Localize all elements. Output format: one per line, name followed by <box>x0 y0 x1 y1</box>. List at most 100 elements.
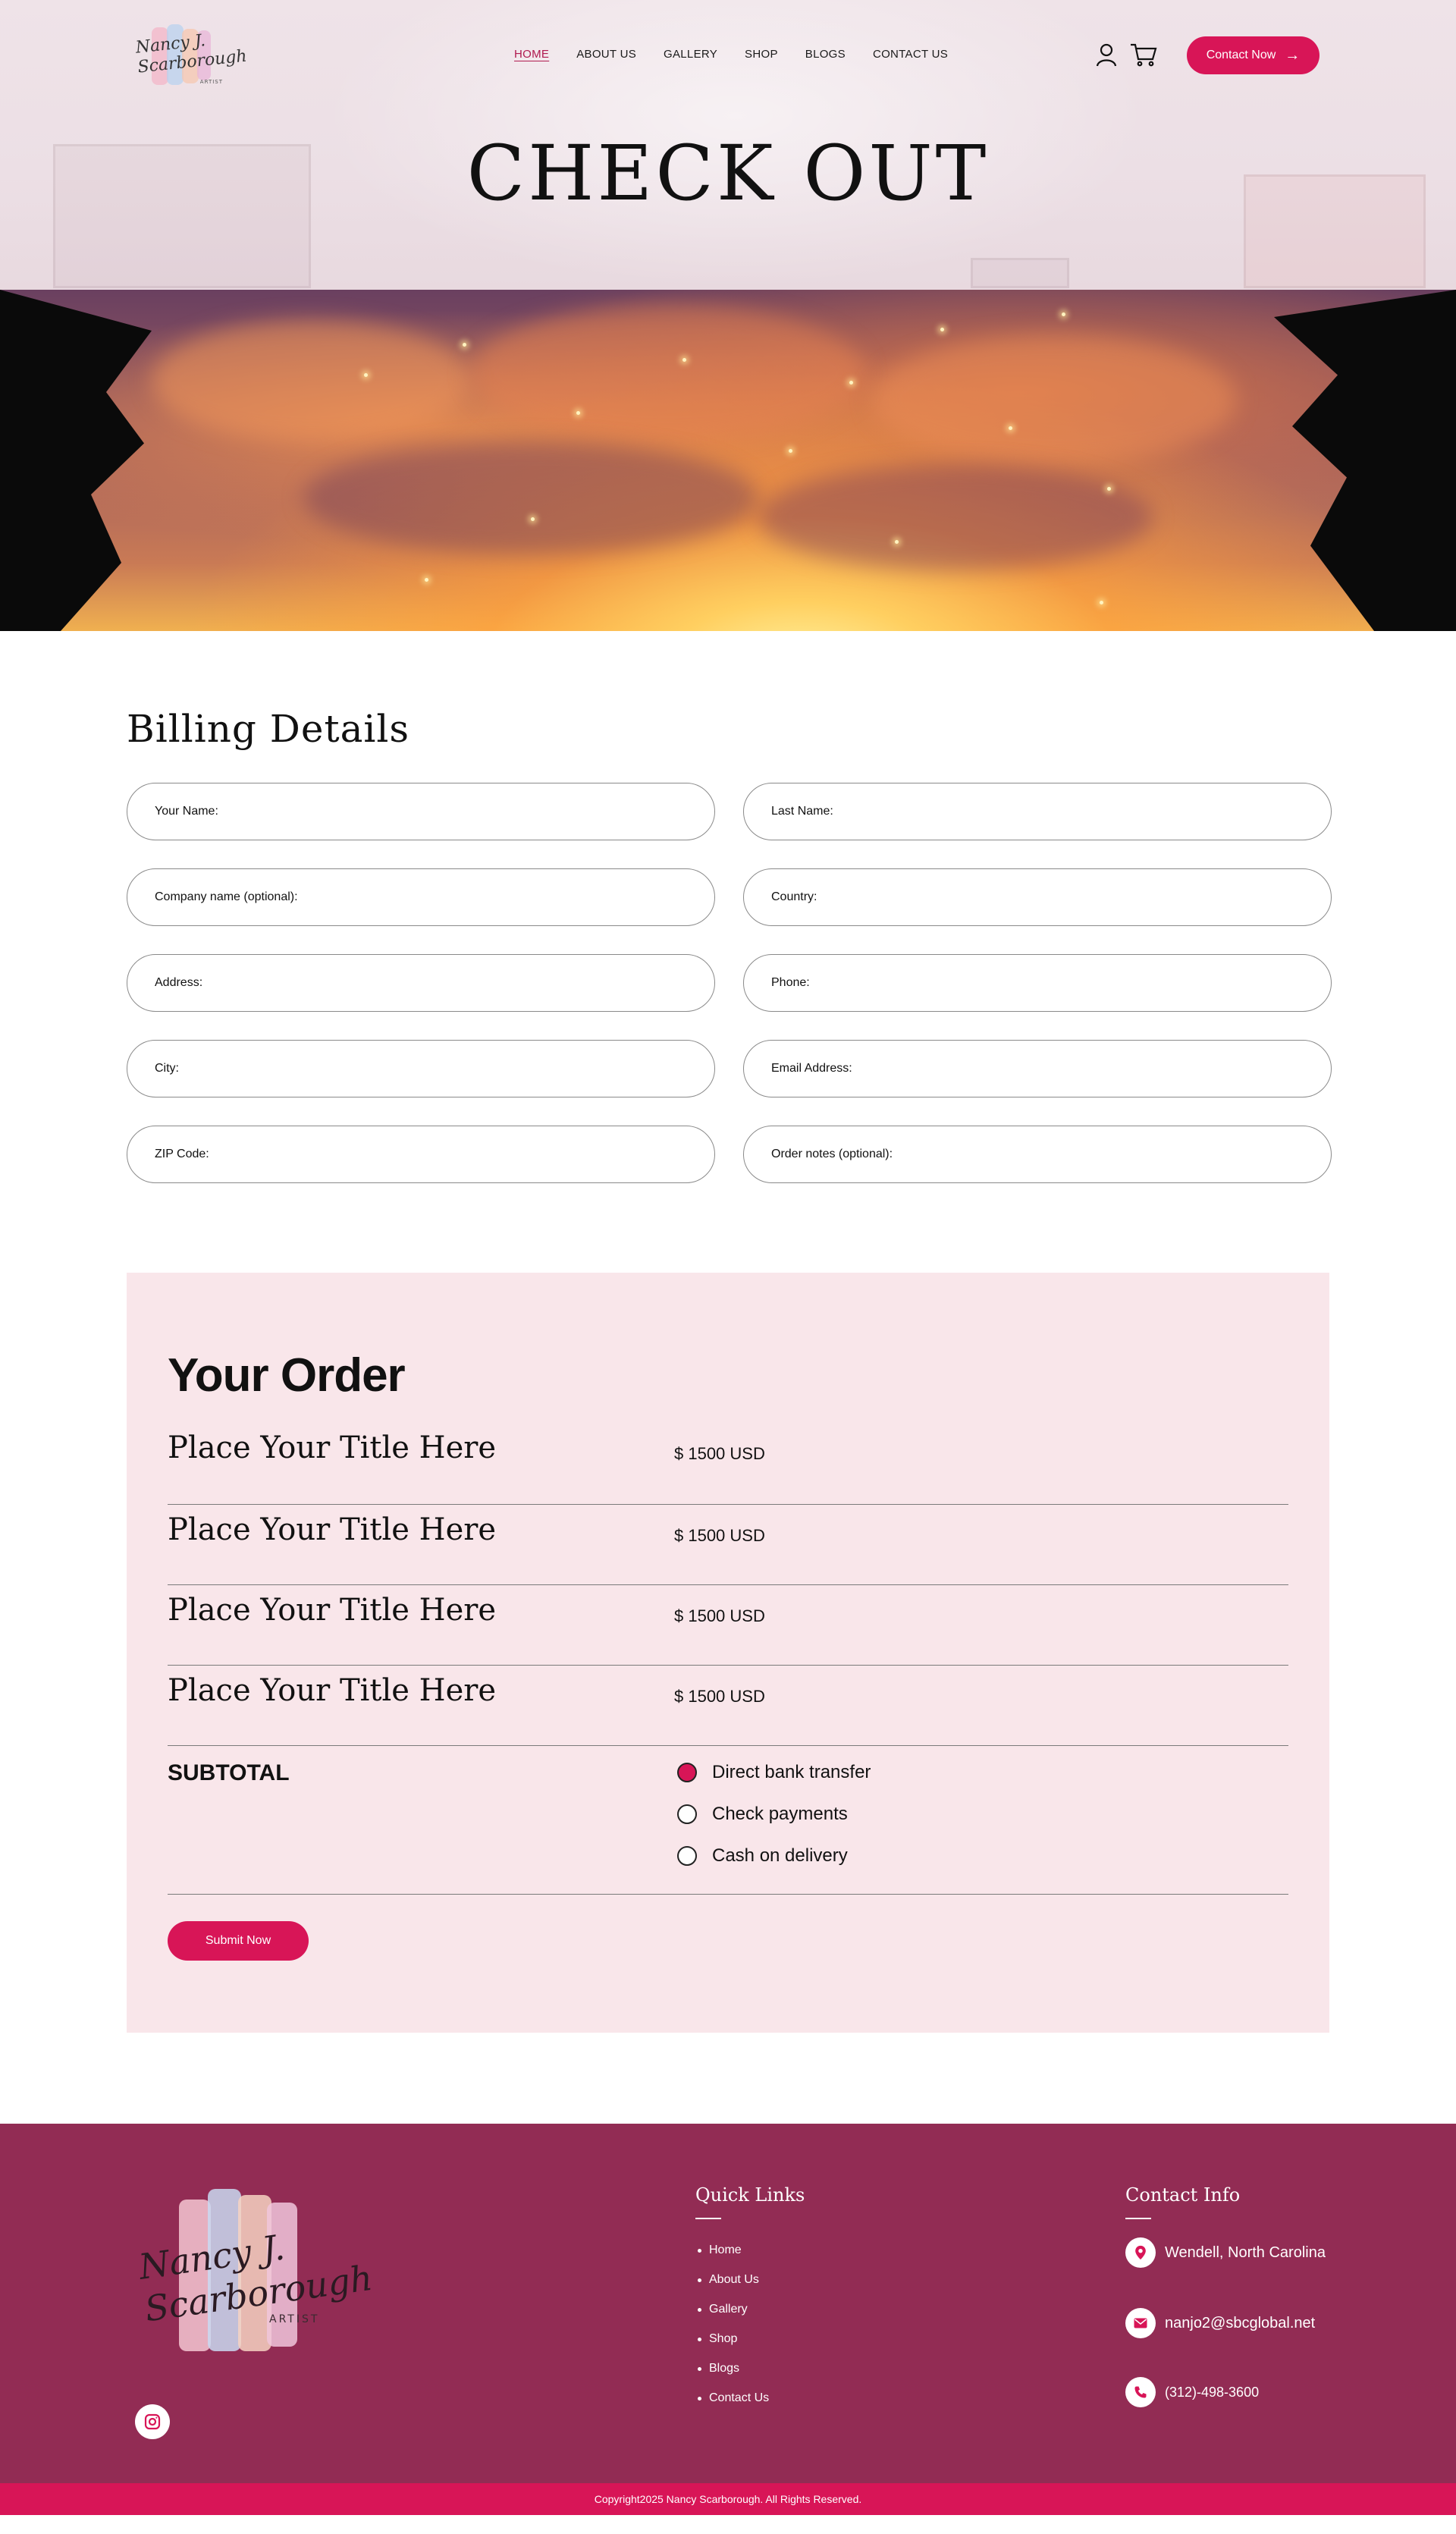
order-item: Place Your Title Here $ 1500 USD <box>168 1505 1288 1585</box>
radio-button[interactable] <box>677 1846 697 1866</box>
payment-option-cash[interactable]: Cash on delivery <box>677 1845 871 1867</box>
sparkle <box>425 578 428 582</box>
hero-header: Nancy J. Scarborough ARTIST HOME ABOUT U… <box>0 0 1456 290</box>
radio-button[interactable] <box>677 1804 697 1824</box>
quick-link-about-us[interactable]: About Us <box>698 2273 769 2287</box>
contact-email[interactable]: nanjo2@sbcglobal.net <box>1125 2308 1315 2338</box>
cloud <box>303 441 758 555</box>
field-label: Company name (optional): <box>155 890 298 903</box>
order-item-title: Place Your Title Here <box>168 1512 497 1547</box>
nav-home[interactable]: HOME <box>514 48 549 61</box>
cloud <box>470 305 864 441</box>
palm-silhouette-right <box>1274 290 1456 631</box>
bullet-icon <box>698 2278 701 2282</box>
order-item: Place Your Title Here $ 1500 USD <box>168 1666 1288 1746</box>
field-label: City: <box>155 1062 179 1075</box>
order-item-price: $ 1500 USD <box>674 1606 765 1625</box>
quick-link-blogs[interactable]: Blogs <box>698 2362 769 2375</box>
address-field[interactable]: Address: <box>127 954 715 1012</box>
logo-tag: ARTIST <box>199 79 223 85</box>
contact-location: Wendell, North Carolina <box>1125 2237 1326 2268</box>
quick-link-label: Blogs <box>709 2362 740 2375</box>
radio-button[interactable] <box>677 1763 697 1782</box>
cloud <box>152 320 470 441</box>
field-label: Last Name: <box>771 805 833 818</box>
phone-field[interactable]: Phone: <box>743 954 1332 1012</box>
nav-gallery[interactable]: GALLERY <box>664 48 717 61</box>
bullet-icon <box>698 2396 701 2401</box>
palm-silhouette-left <box>0 290 152 631</box>
footer-logo[interactable]: Nancy J. Scarborough ARTIST <box>136 2184 375 2359</box>
location-text: Wendell, North Carolina <box>1165 2244 1326 2261</box>
quick-links-title: Quick Links <box>695 2184 805 2206</box>
quick-link-label: Gallery <box>709 2303 748 2316</box>
payment-option-label: Check payments <box>712 1804 848 1824</box>
payment-option-label: Direct bank transfer <box>712 1762 871 1782</box>
location-pin-icon <box>1125 2237 1156 2268</box>
subtotal-label: SUBTOTAL <box>168 1760 290 1785</box>
site-footer: Nancy J. Scarborough ARTIST Quick Links … <box>0 2124 1456 2515</box>
site-logo[interactable]: Nancy J. Scarborough ARTIST <box>135 23 248 89</box>
order-items-list: Place Your Title Here $ 1500 USD Place Y… <box>168 1424 1288 1746</box>
city-field[interactable]: City: <box>127 1040 715 1097</box>
sparkle <box>1100 601 1103 604</box>
zip-code-field[interactable]: ZIP Code: <box>127 1126 715 1183</box>
payment-options: Direct bank transfer Check payments Cash… <box>677 1762 871 1867</box>
nav-shop[interactable]: SHOP <box>745 48 778 61</box>
quick-link-gallery[interactable]: Gallery <box>698 2303 769 2316</box>
instagram-icon[interactable] <box>135 2404 170 2439</box>
payment-option-bank-transfer[interactable]: Direct bank transfer <box>677 1762 871 1783</box>
billing-heading: Billing Details <box>127 707 410 751</box>
nav-about-us[interactable]: ABOUT US <box>576 48 636 61</box>
main-nav: HOME ABOUT US GALLERY SHOP BLOGS CONTACT… <box>514 48 948 61</box>
order-item-price: $ 1500 USD <box>674 1687 765 1706</box>
quick-link-contact-us[interactable]: Contact Us <box>698 2391 769 2405</box>
sparkle <box>463 343 466 347</box>
order-item-price: $ 1500 USD <box>674 1526 765 1545</box>
contact-now-button[interactable]: Contact Now → <box>1187 36 1320 74</box>
order-item-title: Place Your Title Here <box>168 1430 497 1465</box>
order-item-title: Place Your Title Here <box>168 1673 497 1708</box>
company-name-field[interactable]: Company name (optional): <box>127 868 715 926</box>
sparkle <box>789 449 792 453</box>
sparkle <box>1062 312 1065 316</box>
field-label: Country: <box>771 890 817 903</box>
copyright-text: Copyright2025 Nancy Scarborough. All Rig… <box>594 2493 862 2505</box>
payment-option-check[interactable]: Check payments <box>677 1804 871 1825</box>
email-field[interactable]: Email Address: <box>743 1040 1332 1097</box>
quick-link-shop[interactable]: Shop <box>698 2332 769 2346</box>
sparkle <box>531 517 535 521</box>
contact-phone[interactable]: (312)-498-3600 <box>1125 2377 1259 2407</box>
nav-blogs[interactable]: BLOGS <box>805 48 846 61</box>
quick-link-label: About Us <box>709 2273 759 2286</box>
field-label: Phone: <box>771 976 810 989</box>
order-heading: Your Order <box>168 1349 406 1402</box>
submit-now-button[interactable]: Submit Now <box>168 1921 309 1961</box>
sparkle <box>1009 426 1012 430</box>
sparkle <box>895 540 899 544</box>
bullet-icon <box>698 2366 701 2371</box>
phone-icon <box>1125 2377 1156 2407</box>
order-notes-field[interactable]: Order notes (optional): <box>743 1126 1332 1183</box>
field-label: Your Name: <box>155 805 218 818</box>
user-icon[interactable] <box>1094 42 1119 68</box>
subtotal-block: SUBTOTAL Direct bank transfer Check paym… <box>168 1738 1288 1895</box>
bullet-icon <box>698 2248 701 2253</box>
contact-now-label: Contact Now <box>1206 49 1276 61</box>
order-item: Place Your Title Here $ 1500 USD <box>168 1585 1288 1666</box>
cloud <box>758 464 1153 570</box>
nav-contact-us[interactable]: CONTACT US <box>873 48 948 61</box>
sparkle <box>364 373 368 377</box>
field-label: Order notes (optional): <box>771 1148 893 1160</box>
page-title: CHECK OUT <box>466 129 990 218</box>
sparkle <box>682 358 686 362</box>
last-name-field[interactable]: Last Name: <box>743 783 1332 840</box>
field-label: Address: <box>155 976 203 989</box>
quick-link-label: Home <box>709 2244 742 2256</box>
cloud <box>872 335 1236 464</box>
title-underline <box>695 2218 721 2219</box>
country-field[interactable]: Country: <box>743 868 1332 926</box>
first-name-field[interactable]: Your Name: <box>127 783 715 840</box>
cart-icon[interactable] <box>1130 42 1157 68</box>
quick-link-home[interactable]: Home <box>698 2244 769 2257</box>
